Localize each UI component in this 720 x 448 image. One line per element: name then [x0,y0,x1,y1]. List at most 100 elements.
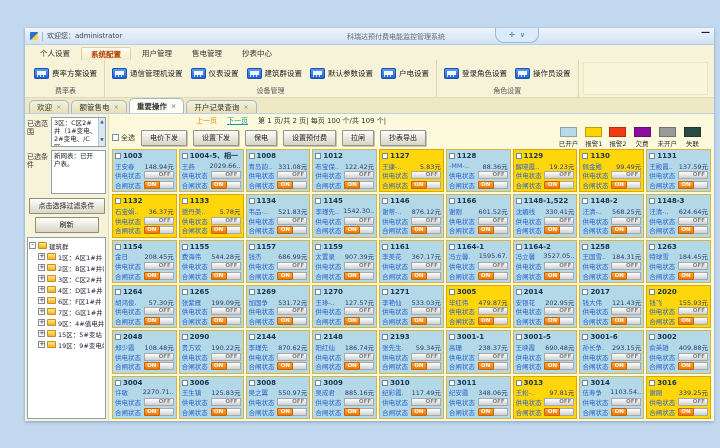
card-checkbox[interactable] [449,289,455,295]
gate-on-toggle[interactable]: ON [211,226,241,234]
meter-card[interactable]: 1129解晓霞..19.23元供电状态OFF合闸状态ON [513,149,578,192]
supply-off-toggle[interactable]: OFF [544,262,574,270]
meter-card[interactable]: 3014伍寿争1103.54..供电状态OFF合闸状态ON [579,376,644,419]
gate-on-toggle[interactable]: ON [678,181,708,189]
meter-card[interactable]: 2020钱飞155.93元供电状态OFF合闸状态ON [646,285,711,328]
supply-off-toggle[interactable]: OFF [678,171,708,179]
card-checkbox[interactable] [382,289,388,295]
meter-card[interactable]: 1271李艳仙533.03元供电状态OFF合闸状态ON [379,285,444,328]
gate-on-toggle[interactable]: ON [411,362,441,370]
tree-item[interactable]: +6区：F区1#井（F区1#… [29,295,104,306]
card-checkbox[interactable] [449,334,455,340]
card-checkbox[interactable] [516,289,522,295]
meter-card[interactable]: 1161李美花367.17元供电状态OFF合闸状态ON [379,240,444,283]
gate-on-toggle[interactable]: ON [478,181,508,189]
card-checkbox[interactable] [182,380,188,386]
meter-card[interactable]: 3001-5王映霞690.48元供电状态OFF合闸状态ON [513,330,578,373]
ribbon-button-户电设置[interactable]: 户电设置 [377,66,433,81]
card-checkbox[interactable] [582,289,588,295]
supply-off-toggle[interactable]: OFF [211,307,241,315]
gate-on-toggle[interactable]: ON [144,272,174,280]
scrollbar[interactable]: ▲ ▼ [98,118,105,146]
gate-on-toggle[interactable]: ON [611,226,641,234]
gate-on-toggle[interactable]: ON [678,362,708,370]
gate-on-toggle[interactable]: ON [411,272,441,280]
supply-off-toggle[interactable]: OFF [277,307,307,315]
meter-card[interactable]: 1004-5、相一王燕2029.66..供电状态OFF合闸状态ON [179,149,244,192]
gate-on-toggle[interactable]: ON [611,362,641,370]
gate-on-toggle[interactable]: ON [544,362,574,370]
tree-item[interactable]: +3区：C区2#井（1#变… [29,273,104,284]
supply-off-toggle[interactable]: OFF [277,217,307,225]
expand-icon[interactable]: + [38,308,45,315]
meter-card[interactable]: 1128-MM-..88.36元供电状态OFF合闸状态ON [446,149,511,192]
expand-icon[interactable]: + [38,275,45,282]
card-checkbox[interactable] [249,289,255,295]
meter-card[interactable]: 3002俞英雄409.88元供电状态OFF合闸状态ON [646,330,711,373]
gate-on-toggle[interactable]: ON [678,408,708,416]
gate-on-toggle[interactable]: ON [144,362,174,370]
chevron-down-icon[interactable]: ∨ [520,31,525,39]
doc-tab-开户记录查询[interactable]: 开户记录查询× [186,100,256,113]
supply-off-toggle[interactable]: OFF [544,217,574,225]
ribbon-button-通信管理机设置[interactable]: 通信管理机设置 [108,66,187,81]
meter-card[interactable]: 2144李瑾先870.62元供电状态OFF合闸状态ON [246,330,311,373]
card-checkbox[interactable] [649,334,655,340]
supply-off-toggle[interactable]: OFF [611,353,641,361]
toolbar-button-电价下发[interactable]: 电价下发 [141,130,187,146]
meter-card[interactable]: 1133德丹美..5.78元供电状态OFF合闸状态ON [179,194,244,237]
supply-off-toggle[interactable]: OFF [611,171,641,179]
expand-icon[interactable]: + [38,341,45,348]
gate-on-toggle[interactable]: ON [411,317,441,325]
supply-off-toggle[interactable]: OFF [478,171,508,179]
gate-on-toggle[interactable]: ON [277,408,307,416]
card-checkbox[interactable] [582,380,588,386]
gate-on-toggle[interactable]: ON [411,408,441,416]
doc-tab-额管售电[interactable]: 额管售电× [71,100,126,113]
card-checkbox[interactable] [115,380,121,386]
meter-card[interactable]: 3010纪彩霞.117.49元供电状态OFF合闸状态ON [379,376,444,419]
supply-off-toggle[interactable]: OFF [144,217,174,225]
card-checkbox[interactable] [449,244,455,250]
meter-card[interactable]: 2148阳红仙186.74元供电状态OFF合闸状态ON [312,330,377,373]
gate-on-toggle[interactable]: ON [277,272,307,280]
card-checkbox[interactable] [249,153,255,159]
tree-item[interactable]: +7区：G区1#井 [29,306,104,317]
card-checkbox[interactable] [115,153,121,159]
gate-on-toggle[interactable]: ON [211,408,241,416]
meter-card[interactable]: 1148-2汪清-..568.25元供电状态OFF合闸状态ON [579,194,644,237]
supply-off-toggle[interactable]: OFF [678,353,708,361]
supply-off-toggle[interactable]: OFF [411,398,441,406]
meter-card[interactable]: 1145李瑾先..1542.30..供电状态OFF合闸状态ON [312,194,377,237]
card-checkbox[interactable] [449,198,455,204]
meter-card[interactable]: 1258王国雪..184.31元供电状态OFF合闸状态ON [579,240,644,283]
card-checkbox[interactable] [249,380,255,386]
card-checkbox[interactable] [582,198,588,204]
tree-item[interactable]: +1区：A区1#井 [29,251,104,262]
meter-card[interactable]: 2014安银花202.95元供电状态OFF合闸状态ON [513,285,578,328]
gate-on-toggle[interactable]: ON [144,181,174,189]
card-checkbox[interactable] [382,334,388,340]
gate-on-toggle[interactable]: ON [411,181,441,189]
gate-on-toggle[interactable]: ON [478,226,508,234]
close-icon[interactable]: × [171,102,176,110]
gate-on-toggle[interactable]: ON [544,272,574,280]
meter-card[interactable]: 1131王殿霞..137.59元供电状态OFF合闸状态ON [646,149,711,192]
gate-on-toggle[interactable]: ON [544,181,574,189]
card-checkbox[interactable] [182,198,188,204]
meter-card[interactable]: 1134韦品-..521.83元供电状态OFF合闸状态ON [246,194,311,237]
toolbar-button-设置预付费[interactable]: 设置预付费 [283,130,336,146]
gate-on-toggle[interactable]: ON [344,408,374,416]
meter-card[interactable]: 1265张紫雁199.09元供电状态OFF合闸状态ON [179,285,244,328]
meter-card[interactable]: 1130佩金殿99.49元供电状态OFF合闸状态ON [579,149,644,192]
gate-on-toggle[interactable]: ON [211,362,241,370]
meter-card[interactable]: 3001-6孙长争.293.15元供电状态OFF合闸状态ON [579,330,644,373]
meter-card[interactable]: 3009吴成君885.16元供电状态OFF合闸状态ON [312,376,377,419]
gate-on-toggle[interactable]: ON [544,317,574,325]
supply-off-toggle[interactable]: OFF [478,307,508,315]
card-checkbox[interactable] [115,244,121,250]
gate-on-toggle[interactable]: ON [611,181,641,189]
supply-off-toggle[interactable]: OFF [144,171,174,179]
meter-card[interactable]: 3013王松-..97.81元供电状态OFF合闸状态ON [513,376,578,419]
supply-off-toggle[interactable]: OFF [344,217,374,225]
